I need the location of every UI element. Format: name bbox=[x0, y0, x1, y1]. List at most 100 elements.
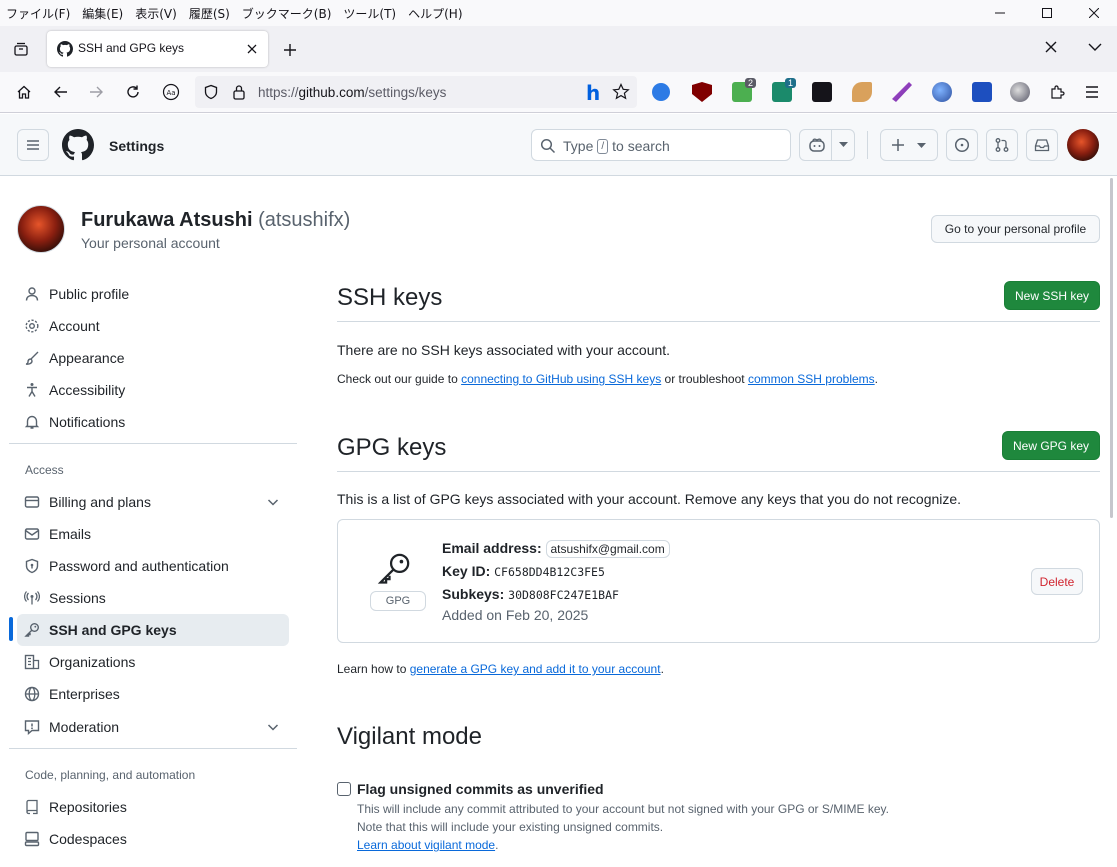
back-arrow-icon[interactable] bbox=[49, 80, 73, 104]
sidebar-item-label: Accessibility bbox=[49, 382, 126, 398]
hamburger-menu-icon[interactable] bbox=[17, 129, 49, 161]
vigilant-note-2: Note that this will include your existin… bbox=[357, 820, 664, 834]
extension-green-icon[interactable]: 2 bbox=[732, 78, 756, 102]
reader-view-icon[interactable]: Aa bbox=[159, 80, 183, 104]
url-text[interactable]: https://github.com/settings/keys bbox=[258, 85, 446, 100]
menu-bookmarks[interactable]: ブックマーク(B) bbox=[236, 5, 338, 22]
sidebar-item-password[interactable]: Password and authentication bbox=[17, 550, 289, 582]
gpg-learn-link[interactable]: generate a GPG key and add it to your ac… bbox=[410, 662, 661, 676]
key-icon bbox=[24, 622, 40, 638]
sidebar-item-ssh-gpg-keys[interactable]: SSH and GPG keys bbox=[17, 614, 289, 646]
tracking-shield-icon[interactable] bbox=[203, 84, 219, 100]
menu-file[interactable]: ファイル(F) bbox=[0, 5, 76, 22]
ssh-keys-heading: SSH keys bbox=[337, 284, 443, 311]
menu-tools[interactable]: ツール(T) bbox=[337, 5, 402, 22]
new-tab-icon[interactable] bbox=[278, 38, 302, 62]
tab-title: SSH and GPG keys bbox=[78, 41, 185, 55]
sidebar-item-label: Moderation bbox=[49, 719, 120, 735]
gpg-type-badge: GPG bbox=[370, 591, 426, 611]
app-menu-icon[interactable] bbox=[1080, 80, 1104, 104]
broadcast-icon bbox=[24, 590, 40, 606]
sidebar-item-enterprises[interactable]: Enterprises bbox=[17, 678, 289, 710]
pull-requests-icon[interactable] bbox=[986, 129, 1018, 161]
extension-avatar-icon[interactable] bbox=[1010, 82, 1030, 102]
sidebar-item-billing[interactable]: Billing and plans bbox=[17, 486, 289, 518]
search-shortcut-key: / bbox=[597, 138, 609, 154]
sidebar-item-repositories[interactable]: Repositories bbox=[17, 791, 289, 823]
menu-help[interactable]: ヘルプ(H) bbox=[402, 5, 468, 22]
chevron-down-icon[interactable] bbox=[265, 494, 281, 510]
close-tab-bar-icon[interactable] bbox=[1044, 40, 1058, 54]
github-header: Settings Type / to search bbox=[0, 114, 1117, 176]
inbox-icon[interactable] bbox=[1026, 129, 1058, 161]
menu-view[interactable]: 表示(V) bbox=[129, 5, 183, 22]
search-input[interactable]: Type / to search bbox=[531, 129, 791, 161]
mail-icon bbox=[24, 526, 40, 542]
sidebar-item-organizations[interactable]: Organizations bbox=[17, 646, 289, 678]
sidebar-item-moderation[interactable]: Moderation bbox=[17, 711, 289, 743]
extension-dark-icon[interactable] bbox=[812, 82, 832, 102]
go-to-profile-button[interactable]: Go to your personal profile bbox=[931, 215, 1100, 243]
delete-gpg-key-button[interactable]: Delete bbox=[1031, 568, 1083, 595]
reload-icon[interactable] bbox=[121, 80, 145, 104]
create-new-button[interactable] bbox=[880, 129, 938, 161]
sidebar-item-emails[interactable]: Emails bbox=[17, 518, 289, 550]
accessibility-icon bbox=[24, 382, 40, 398]
window-close-icon[interactable] bbox=[1070, 0, 1117, 26]
new-gpg-key-button[interactable]: New GPG key bbox=[1002, 431, 1100, 460]
ssh-guide-link[interactable]: connecting to GitHub using SSH keys bbox=[461, 372, 661, 386]
chevron-down-icon[interactable] bbox=[265, 719, 281, 735]
paintbrush-icon bbox=[24, 350, 40, 366]
window-controls bbox=[976, 0, 1117, 26]
sidebar-item-sessions[interactable]: Sessions bbox=[17, 582, 289, 614]
new-ssh-key-button[interactable]: New SSH key bbox=[1004, 281, 1100, 310]
flag-unsigned-commits-label[interactable]: Flag unsigned commits as unverified bbox=[357, 781, 604, 797]
info-extension-icon[interactable] bbox=[652, 83, 670, 101]
sidebar-item-public-profile[interactable]: Public profile bbox=[17, 278, 289, 310]
tab-close-icon[interactable] bbox=[242, 39, 262, 59]
plus-icon bbox=[891, 138, 905, 152]
menu-edit[interactable]: 編集(E) bbox=[76, 5, 129, 22]
copilot-dropdown-chevron-icon[interactable] bbox=[839, 142, 848, 148]
sidebar-item-notifications[interactable]: Notifications bbox=[17, 406, 289, 438]
codespaces-icon bbox=[24, 831, 40, 847]
extension-feather-icon[interactable] bbox=[892, 82, 912, 102]
address-bar[interactable]: https://github.com/settings/keys h bbox=[195, 76, 637, 108]
minimize-icon[interactable] bbox=[976, 0, 1023, 26]
h-extension-icon[interactable]: h bbox=[586, 81, 600, 105]
extension-globe-icon[interactable] bbox=[932, 82, 952, 102]
page-scrollbar[interactable] bbox=[1110, 178, 1113, 518]
bookmark-star-icon[interactable] bbox=[612, 83, 630, 101]
create-dropdown-chevron-icon bbox=[917, 143, 926, 149]
sidebar-item-label: Codespaces bbox=[49, 831, 127, 847]
extension-brown-icon[interactable] bbox=[852, 82, 872, 102]
flag-unsigned-commits-checkbox[interactable] bbox=[337, 782, 351, 796]
user-avatar[interactable] bbox=[1067, 129, 1099, 161]
copilot-button[interactable] bbox=[799, 129, 855, 161]
vigilant-learn-link[interactable]: Learn about vigilant mode bbox=[357, 838, 495, 852]
tab-list-icon[interactable] bbox=[8, 36, 34, 62]
forward-arrow-icon[interactable] bbox=[84, 80, 108, 104]
sidebar-item-appearance[interactable]: Appearance bbox=[17, 342, 289, 374]
gpg-subkeys-row: Subkeys: 30D808FC247E1BAF bbox=[442, 586, 619, 602]
menu-history[interactable]: 履歴(S) bbox=[183, 5, 236, 22]
gpg-learn-text: Learn how to generate a GPG key and add … bbox=[337, 662, 664, 676]
list-all-tabs-chevron-icon[interactable] bbox=[1087, 40, 1103, 54]
sidebar-item-accessibility[interactable]: Accessibility bbox=[17, 374, 289, 406]
page-title: Settings bbox=[109, 138, 165, 154]
sidebar-item-account[interactable]: Account bbox=[17, 310, 289, 342]
browser-tab[interactable]: SSH and GPG keys bbox=[47, 31, 268, 67]
ssh-troubleshoot-link[interactable]: common SSH problems bbox=[748, 372, 875, 386]
maximize-icon[interactable] bbox=[1023, 0, 1070, 26]
gpg-subkeys-value: 30D808FC247E1BAF bbox=[508, 588, 619, 602]
issues-icon[interactable] bbox=[946, 129, 978, 161]
extension-s-icon[interactable]: 1 bbox=[772, 78, 796, 102]
lock-icon[interactable] bbox=[232, 84, 246, 100]
extension-blue-icon[interactable] bbox=[972, 82, 992, 102]
extensions-puzzle-icon[interactable] bbox=[1045, 80, 1069, 104]
sidebar-item-codespaces[interactable]: Codespaces bbox=[17, 823, 289, 855]
sidebar-item-label: Appearance bbox=[49, 350, 125, 366]
ublock-origin-icon[interactable] bbox=[692, 82, 712, 102]
home-icon[interactable] bbox=[12, 80, 36, 104]
github-logo-icon[interactable] bbox=[62, 129, 94, 161]
